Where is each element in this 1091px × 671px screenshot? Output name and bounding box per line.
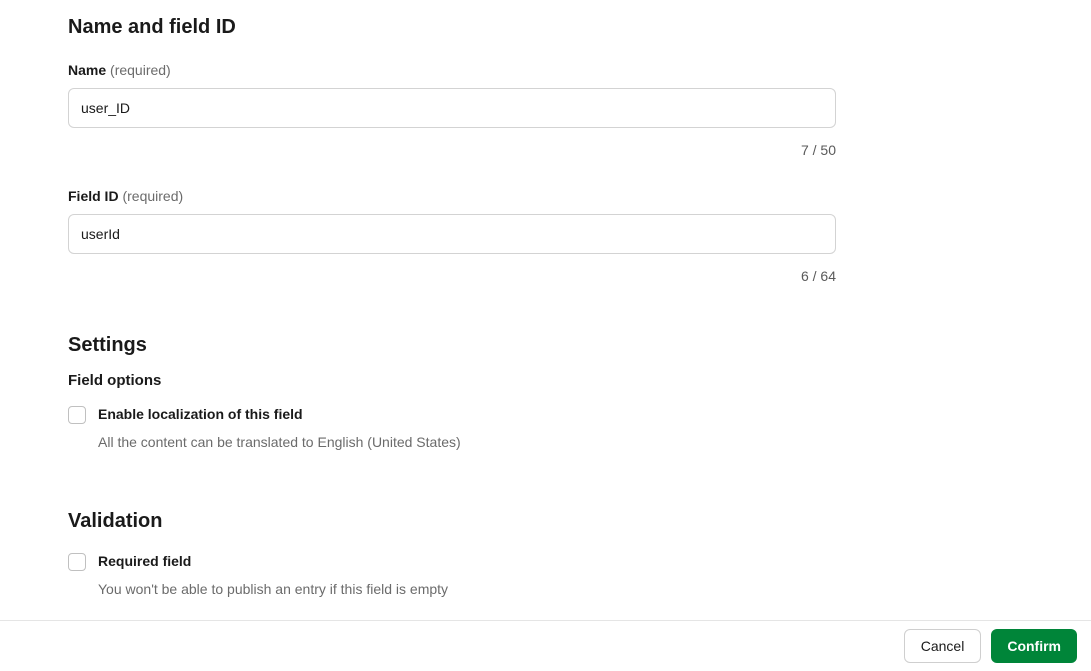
localization-row: Enable localization of this field	[68, 405, 836, 425]
section-title-settings: Settings	[68, 332, 836, 358]
localization-desc: All the content can be translated to Eng…	[98, 433, 836, 453]
field-group-field-id: Field ID (required) 6 / 64	[68, 188, 836, 284]
name-label: Name (required)	[68, 62, 836, 78]
localization-label: Enable localization of this field	[98, 405, 303, 425]
name-required-hint: (required)	[110, 62, 171, 78]
field-id-label: Field ID (required)	[68, 188, 836, 204]
name-char-count: 7 / 50	[68, 142, 836, 158]
field-id-char-count: 6 / 64	[68, 268, 836, 284]
required-checkbox[interactable]	[68, 553, 86, 571]
field-options-heading: Field options	[68, 372, 836, 389]
section-title-validation: Validation	[68, 508, 836, 534]
confirm-button[interactable]: Confirm	[991, 629, 1077, 663]
required-label: Required field	[98, 552, 191, 572]
field-id-label-text: Field ID	[68, 188, 119, 204]
required-desc: You won't be able to publish an entry if…	[98, 580, 836, 600]
localization-checkbox[interactable]	[68, 406, 86, 424]
name-input[interactable]	[68, 88, 836, 128]
section-title-name-id: Name and field ID	[68, 14, 836, 40]
form-main: Name and field ID Name (required) 7 / 50…	[0, 0, 836, 620]
field-id-required-hint: (required)	[122, 188, 183, 204]
name-label-text: Name	[68, 62, 106, 78]
field-id-input[interactable]	[68, 214, 836, 254]
required-row: Required field	[68, 552, 836, 572]
content-scroll[interactable]: Name and field ID Name (required) 7 / 50…	[0, 0, 1091, 620]
footer-bar: Cancel Confirm	[0, 620, 1091, 671]
cancel-button[interactable]: Cancel	[904, 629, 982, 663]
field-group-name: Name (required) 7 / 50	[68, 62, 836, 158]
